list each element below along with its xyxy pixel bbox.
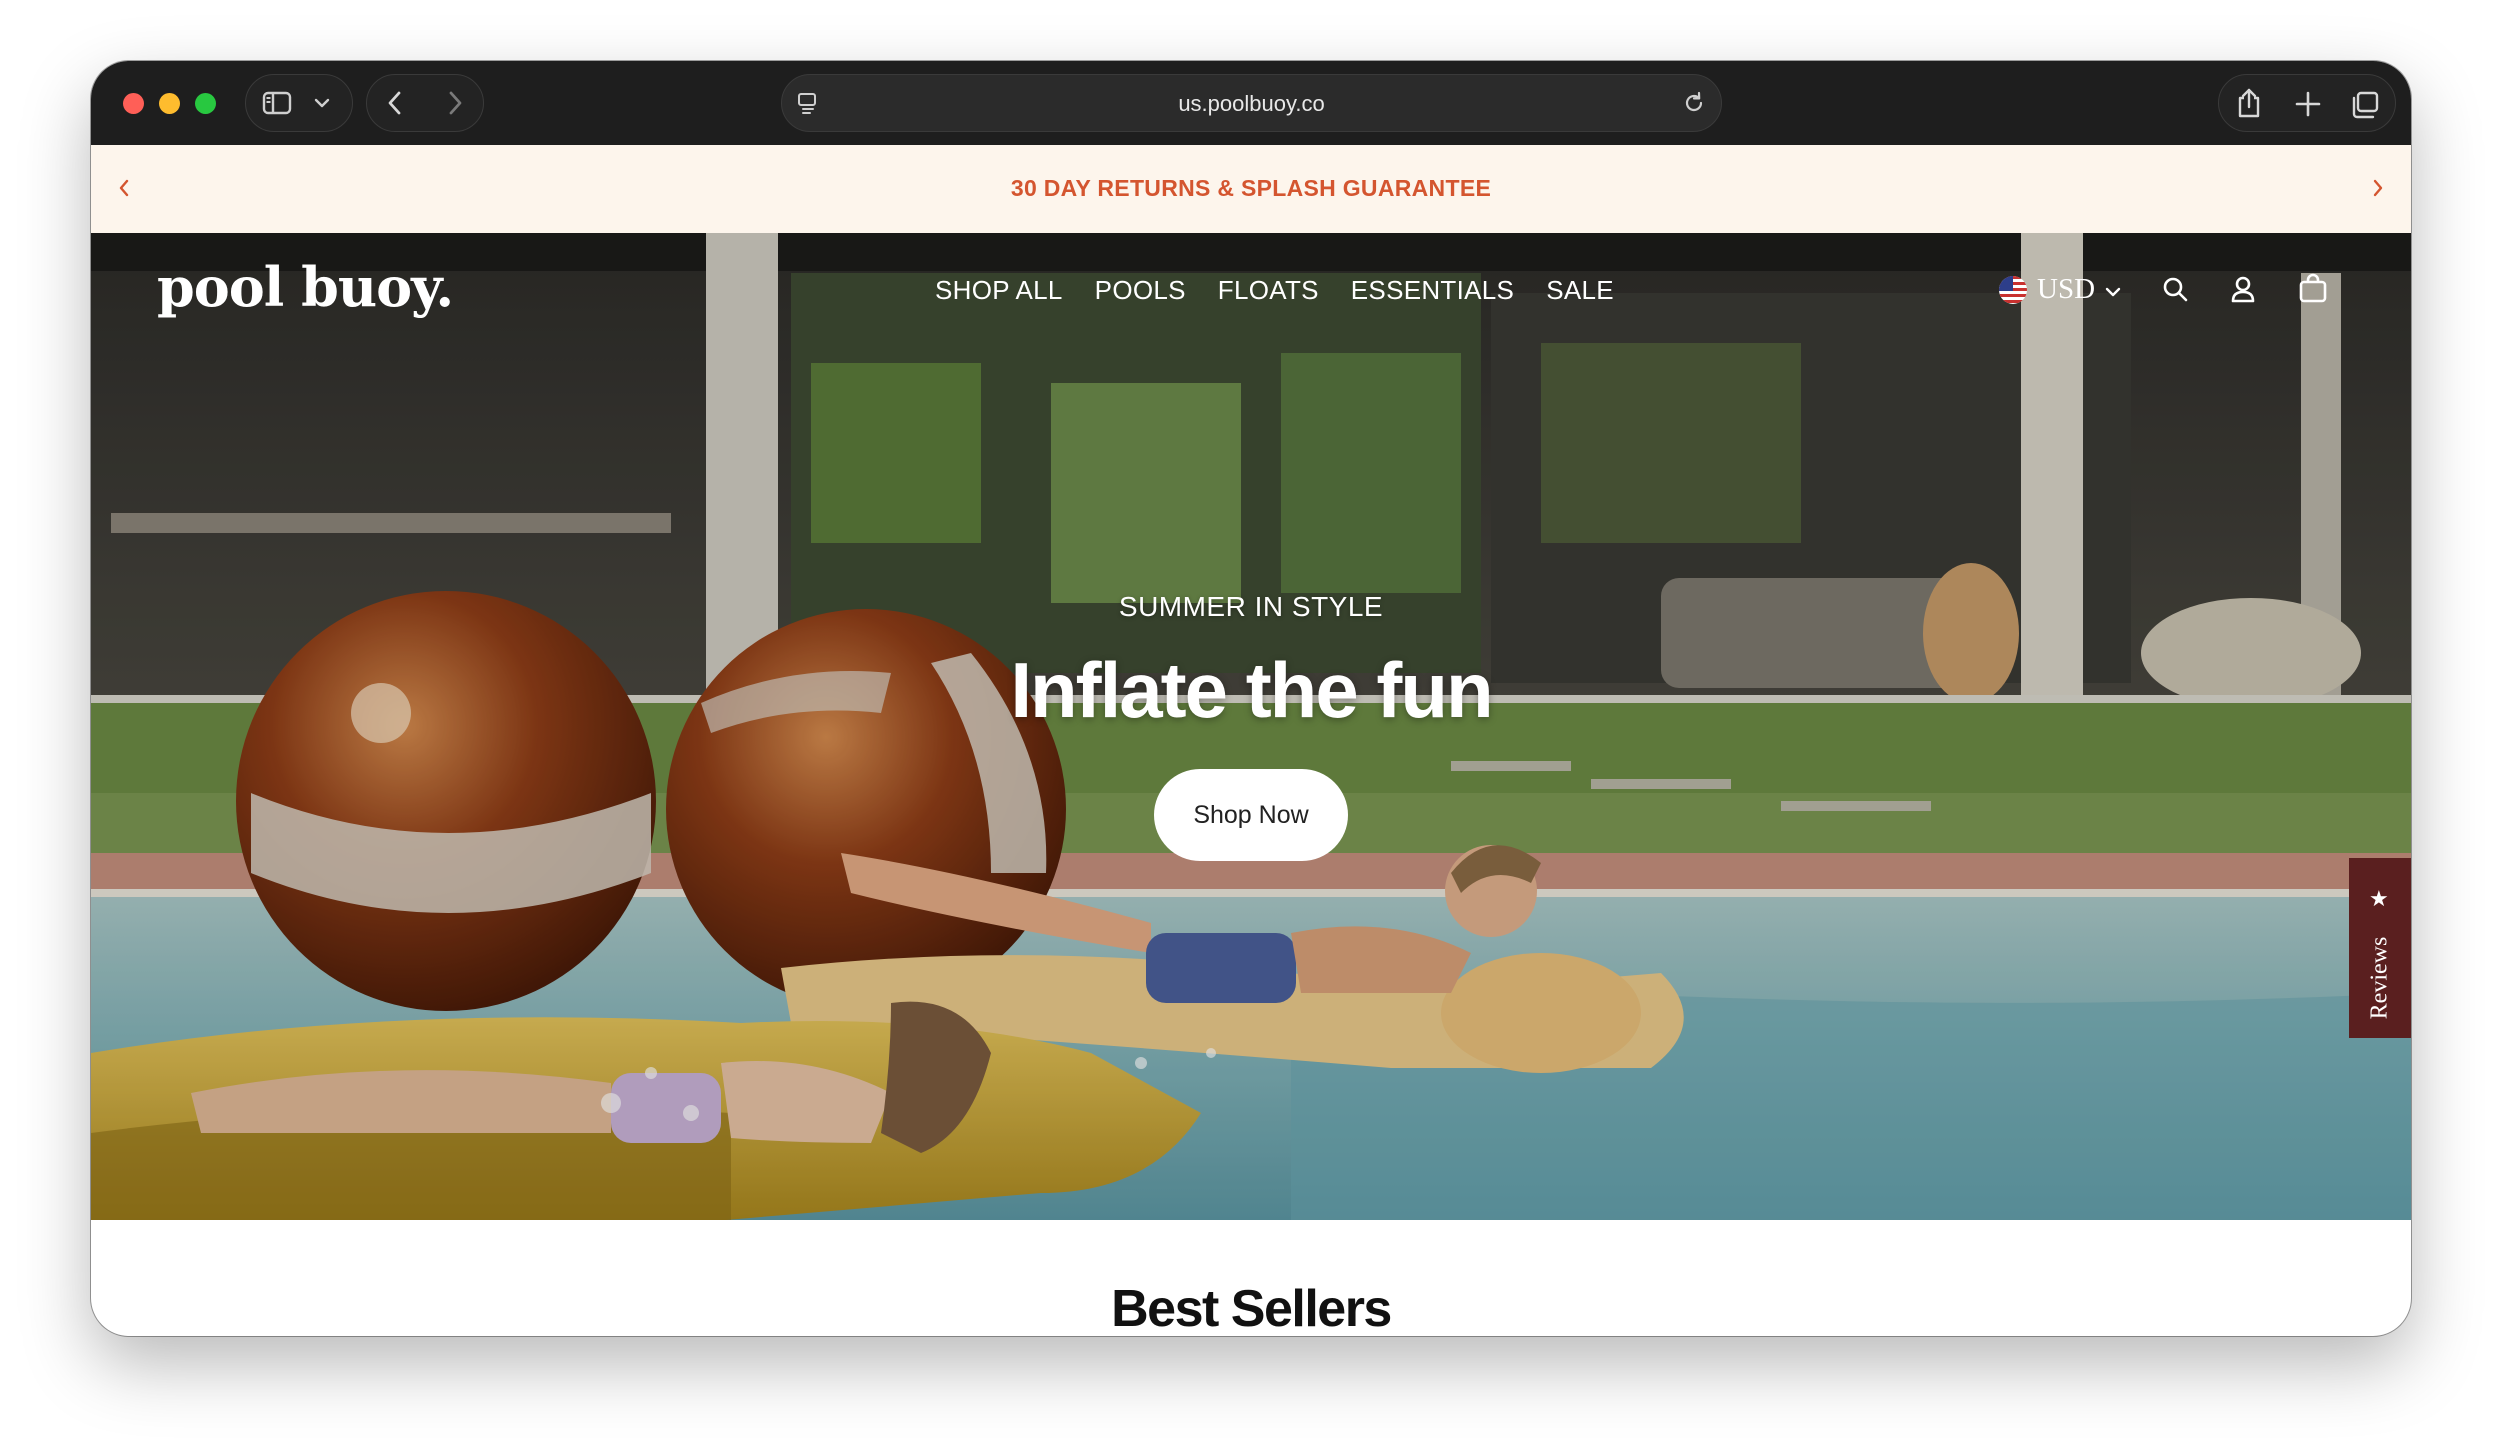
hero-kicker: SUMMER IN STYLE xyxy=(1118,591,1384,622)
zoom-window-button[interactable] xyxy=(195,93,216,114)
sidebar-toggle-group xyxy=(245,74,353,132)
new-tab-icon[interactable] xyxy=(2295,91,2321,117)
history-nav-group xyxy=(366,74,484,132)
announcement-text: 30 DAY RETURNS & SPLASH GUARANTEE xyxy=(1010,175,1492,201)
nav-item-sale[interactable]: SALE xyxy=(1546,275,1614,306)
address-bar[interactable]: us.poolbuoy.co xyxy=(781,74,1722,132)
nav-item-essentials[interactable]: ESSENTIALS xyxy=(1351,275,1514,306)
back-arrow-icon[interactable] xyxy=(385,90,405,116)
share-icon[interactable] xyxy=(2235,87,2263,119)
url-text: us.poolbuoy.co xyxy=(1178,91,1325,116)
main-nav: SHOP ALL POOLS FLOATS ESSENTIALS SALE xyxy=(935,275,1614,306)
reload-icon[interactable] xyxy=(1682,91,1706,115)
hero-title: Inflate the fun xyxy=(1010,646,1493,734)
hero-banner: pool buoy. SHOP ALL POOLS FLOATS ESSENTI… xyxy=(91,233,2411,1220)
shop-now-button[interactable]: Shop Now xyxy=(1154,769,1348,861)
currency-selector[interactable]: USD xyxy=(1999,273,2121,306)
site-logo[interactable]: pool buoy. xyxy=(157,255,454,319)
announcement-bar: 30 DAY RETURNS & SPLASH GUARANTEE xyxy=(91,145,2411,233)
reviews-tab[interactable]: ★ Reviews xyxy=(2349,858,2411,1038)
minimize-window-button[interactable] xyxy=(159,93,180,114)
nav-item-pools[interactable]: POOLS xyxy=(1095,275,1186,306)
browser-toolbar: us.poolbuoy.co xyxy=(91,61,2411,145)
browser-window: us.poolbuoy.co 30 DAY RETURNS & SPLASH G… xyxy=(91,61,2411,1336)
currency-label: USD xyxy=(2037,273,2096,305)
announcement-next-icon[interactable] xyxy=(2371,177,2385,204)
chevron-down-icon xyxy=(2105,273,2121,306)
best-sellers-heading: Best Sellers xyxy=(1111,1280,1392,1336)
search-icon[interactable] xyxy=(2161,275,2189,303)
forward-arrow-icon[interactable] xyxy=(445,90,465,116)
tab-overview-icon[interactable] xyxy=(2349,91,2379,119)
reviews-tab-label: Reviews xyxy=(2366,936,2393,1020)
account-icon[interactable] xyxy=(2230,275,2256,303)
nav-item-floats[interactable]: FLOATS xyxy=(1218,275,1319,306)
nav-item-shop-all[interactable]: SHOP ALL xyxy=(935,275,1063,306)
window-actions-group xyxy=(2218,74,2396,132)
chevron-down-icon[interactable] xyxy=(314,97,330,109)
star-icon: ★ xyxy=(2369,886,2389,911)
us-flag-icon xyxy=(1999,275,2027,304)
cart-bag-icon[interactable] xyxy=(2298,273,2328,303)
close-window-button[interactable] xyxy=(123,93,144,114)
sidebar-icon[interactable] xyxy=(262,90,292,116)
